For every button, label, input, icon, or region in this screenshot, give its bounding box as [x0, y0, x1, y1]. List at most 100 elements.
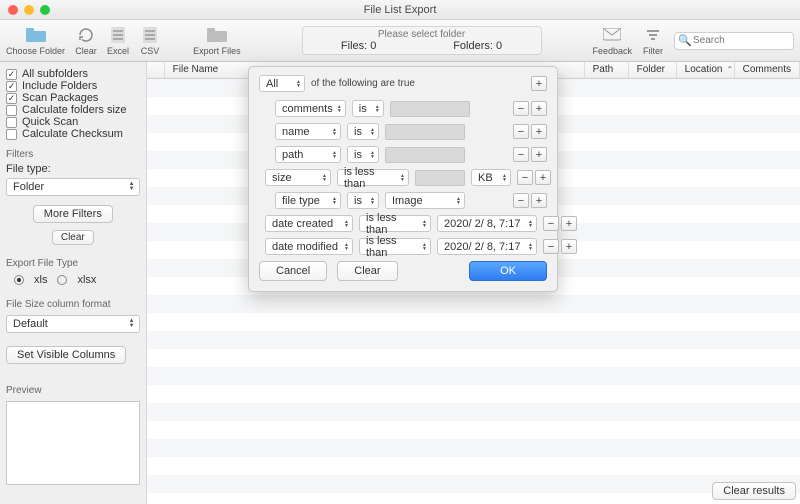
- folder-icon: [25, 26, 47, 44]
- chevron-updown-icon: ▲▼: [342, 216, 351, 231]
- table-row: [147, 475, 800, 493]
- chevron-updown-icon: ▲▼: [500, 170, 509, 185]
- excel-button[interactable]: Excel: [107, 26, 129, 56]
- add-rule-button[interactable]: +: [531, 124, 547, 139]
- rule-value-input[interactable]: [415, 170, 465, 186]
- rule-date-input[interactable]: 2020/ 2/ 8, 7:17▲▼: [437, 215, 537, 232]
- checkbox-icon: [6, 105, 17, 116]
- table-row: [147, 457, 800, 475]
- rule-value-input[interactable]: [385, 124, 465, 140]
- col-folder[interactable]: Folder: [629, 62, 677, 78]
- rule-value-input[interactable]: [385, 147, 465, 163]
- match-mode-select[interactable]: All ▲▼: [259, 75, 305, 92]
- rule-field-select[interactable]: date modified▲▼: [265, 238, 353, 255]
- chevron-updown-icon: ▲▼: [330, 147, 339, 162]
- chevron-updown-icon: ▲▼: [368, 147, 377, 162]
- add-rule-button[interactable]: +: [531, 193, 547, 208]
- zoom-icon[interactable]: [40, 5, 50, 15]
- rule-field-select[interactable]: name▲▼: [275, 123, 341, 140]
- chevron-updown-icon: ▲▼: [526, 216, 535, 231]
- more-filters-button[interactable]: More Filters: [33, 205, 113, 223]
- col-path[interactable]: Path: [585, 62, 629, 78]
- rule-field-select[interactable]: comments▲▼: [275, 100, 346, 117]
- rule-op-select[interactable]: is▲▼: [347, 123, 379, 140]
- clear-filters-button[interactable]: Clear: [52, 230, 94, 245]
- rule-op-select[interactable]: is▲▼: [347, 192, 379, 209]
- file-type-select[interactable]: Folder ▲▼: [6, 178, 140, 196]
- cancel-button[interactable]: Cancel: [259, 261, 327, 281]
- chevron-updown-icon: ▲▼: [420, 239, 429, 254]
- export-icon: [206, 26, 228, 44]
- radio-xls[interactable]: [14, 275, 24, 285]
- add-rule-button[interactable]: +: [561, 239, 577, 254]
- checkbox-icon: ✓: [6, 81, 17, 92]
- remove-rule-button[interactable]: −: [543, 239, 559, 254]
- add-rule-button[interactable]: +: [531, 101, 547, 116]
- clear-results-button[interactable]: Clear results: [712, 482, 796, 500]
- checkbox-icon: ✓: [6, 93, 17, 104]
- rule-unit-select[interactable]: KB▲▼: [471, 169, 511, 186]
- ok-button[interactable]: OK: [469, 261, 547, 281]
- radio-xlsx[interactable]: [57, 275, 67, 285]
- close-icon[interactable]: [8, 5, 18, 15]
- option-include-folders[interactable]: ✓Include Folders: [6, 80, 140, 92]
- remove-rule-button[interactable]: −: [513, 147, 529, 162]
- chevron-updown-icon: ▲▼: [526, 239, 535, 254]
- remove-rule-button[interactable]: −: [513, 124, 529, 139]
- filter-rule: date created▲▼ is less than▲▼ 2020/ 2/ 8, …: [259, 215, 547, 232]
- table-row: [147, 439, 800, 457]
- files-count: Files: 0: [341, 40, 376, 52]
- rule-filetype-select[interactable]: Image▲▼: [385, 192, 465, 209]
- search-input[interactable]: [674, 32, 794, 50]
- filter-button[interactable]: Filter: [642, 26, 664, 56]
- rule-date-input[interactable]: 2020/ 2/ 8, 7:17▲▼: [437, 238, 537, 255]
- add-rule-button[interactable]: +: [561, 216, 577, 231]
- table-row: [147, 367, 800, 385]
- filter-icon: [642, 26, 664, 44]
- size-format-select[interactable]: Default ▲▼: [6, 315, 140, 333]
- remove-rule-button[interactable]: −: [543, 216, 559, 231]
- rule-field-select[interactable]: size▲▼: [265, 169, 331, 186]
- add-rule-button[interactable]: +: [531, 147, 547, 162]
- table-row: [147, 295, 800, 313]
- rule-op-select[interactable]: is▲▼: [352, 100, 384, 117]
- table-row: [147, 331, 800, 349]
- chevron-updown-icon: ▲▼: [330, 193, 339, 208]
- search-field[interactable]: 🔍: [674, 32, 794, 50]
- filter-rule: size▲▼is less than▲▼KB▲▼−+: [259, 169, 547, 186]
- add-rule-button[interactable]: +: [531, 76, 547, 91]
- option-calculate-folders-size[interactable]: Calculate folders size: [6, 104, 140, 116]
- rule-op-select[interactable]: is less than▲▼: [359, 215, 431, 232]
- window-controls: [0, 5, 50, 15]
- rule-op-select[interactable]: is less than▲▼: [337, 169, 409, 186]
- remove-rule-button[interactable]: −: [513, 193, 529, 208]
- option-scan-packages[interactable]: ✓Scan Packages: [6, 92, 140, 104]
- set-visible-columns-button[interactable]: Set Visible Columns: [6, 346, 126, 364]
- option-calculate-checksum[interactable]: Calculate Checksum: [6, 128, 140, 140]
- filter-rule: name▲▼ is▲▼ −+: [259, 123, 547, 140]
- filter-rule: date modified▲▼ is less than▲▼ 2020/ 2/ 8,…: [259, 238, 547, 255]
- export-files-button[interactable]: Export Files: [193, 26, 241, 56]
- rule-op-select[interactable]: is▲▼: [347, 146, 379, 163]
- rule-op-select[interactable]: is less than▲▼: [359, 238, 431, 255]
- remove-rule-button[interactable]: −: [517, 170, 533, 185]
- refresh-icon: [75, 26, 97, 44]
- rule-field-select[interactable]: path▲▼: [275, 146, 341, 163]
- choose-folder-button[interactable]: Choose Folder: [6, 26, 65, 56]
- minimize-icon[interactable]: [24, 5, 34, 15]
- rule-value-input[interactable]: [390, 101, 470, 117]
- remove-rule-button[interactable]: −: [513, 101, 529, 116]
- info-select-folder: Please select folder: [303, 29, 541, 40]
- rule-field-select[interactable]: date created▲▼: [265, 215, 353, 232]
- add-rule-button[interactable]: +: [535, 170, 551, 185]
- clear-button[interactable]: Clear: [337, 261, 397, 281]
- csv-button[interactable]: CSV: [139, 26, 161, 56]
- chevron-updown-icon: ▲▼: [373, 101, 382, 116]
- col-comments[interactable]: Comments: [735, 62, 800, 78]
- feedback-button[interactable]: Feedback: [592, 26, 632, 56]
- option-quick-scan[interactable]: Quick Scan: [6, 116, 140, 128]
- col-location[interactable]: Location: [677, 62, 735, 78]
- rule-field-select[interactable]: file type▲▼: [275, 192, 341, 209]
- option-all-subfolders[interactable]: ✓All subfolders: [6, 68, 140, 80]
- clear-button[interactable]: Clear: [75, 26, 97, 56]
